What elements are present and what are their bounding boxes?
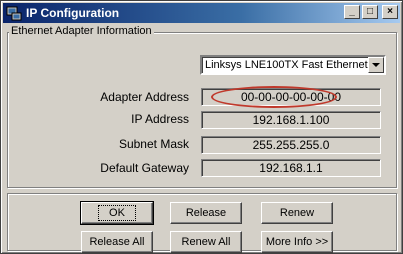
window-title: IP Configuration xyxy=(26,6,120,20)
subnet-mask-value: 255.255.255.0 xyxy=(201,136,381,154)
dropdown-arrow-icon[interactable] xyxy=(368,57,384,73)
network-icon xyxy=(6,5,22,21)
adapter-address-label: Adapter Address xyxy=(100,90,189,104)
maximize-button[interactable]: □ xyxy=(362,5,378,19)
subnet-mask-label: Subnet Mask xyxy=(118,137,189,151)
more-info-button[interactable]: More Info >> xyxy=(261,231,333,253)
renew-button[interactable]: Renew xyxy=(261,202,333,224)
ok-button-label: OK xyxy=(98,205,136,221)
ip-address-value: 192.168.1.100 xyxy=(201,111,381,129)
release-all-button[interactable]: Release All xyxy=(81,231,153,253)
adapter-info-legend: Ethernet Adapter Information xyxy=(9,25,154,37)
window-controls: _ □ × xyxy=(344,5,398,19)
ip-configuration-window: IP Configuration _ □ × Ethernet Adapter … xyxy=(0,0,403,254)
renew-all-button[interactable]: Renew All xyxy=(170,231,242,253)
default-gateway-value: 192.168.1.1 xyxy=(201,159,381,177)
adapter-address-value: 00-00-00-00-00-00 xyxy=(201,88,381,106)
minimize-icon: _ xyxy=(349,6,355,17)
adapter-select-value: Linksys LNE100TX Fast Ethernet xyxy=(205,59,368,71)
close-button[interactable]: × xyxy=(382,5,398,19)
maximize-icon: □ xyxy=(366,6,374,17)
default-gateway-label: Default Gateway xyxy=(100,161,189,175)
minimize-button[interactable]: _ xyxy=(344,5,360,19)
release-button[interactable]: Release xyxy=(170,202,242,224)
adapter-select[interactable]: Linksys LNE100TX Fast Ethernet xyxy=(200,55,386,75)
ip-address-label: IP Address xyxy=(131,112,189,126)
title-bar[interactable]: IP Configuration _ □ × xyxy=(3,3,400,23)
close-icon: × xyxy=(387,6,393,17)
ok-button[interactable]: OK xyxy=(80,201,154,225)
